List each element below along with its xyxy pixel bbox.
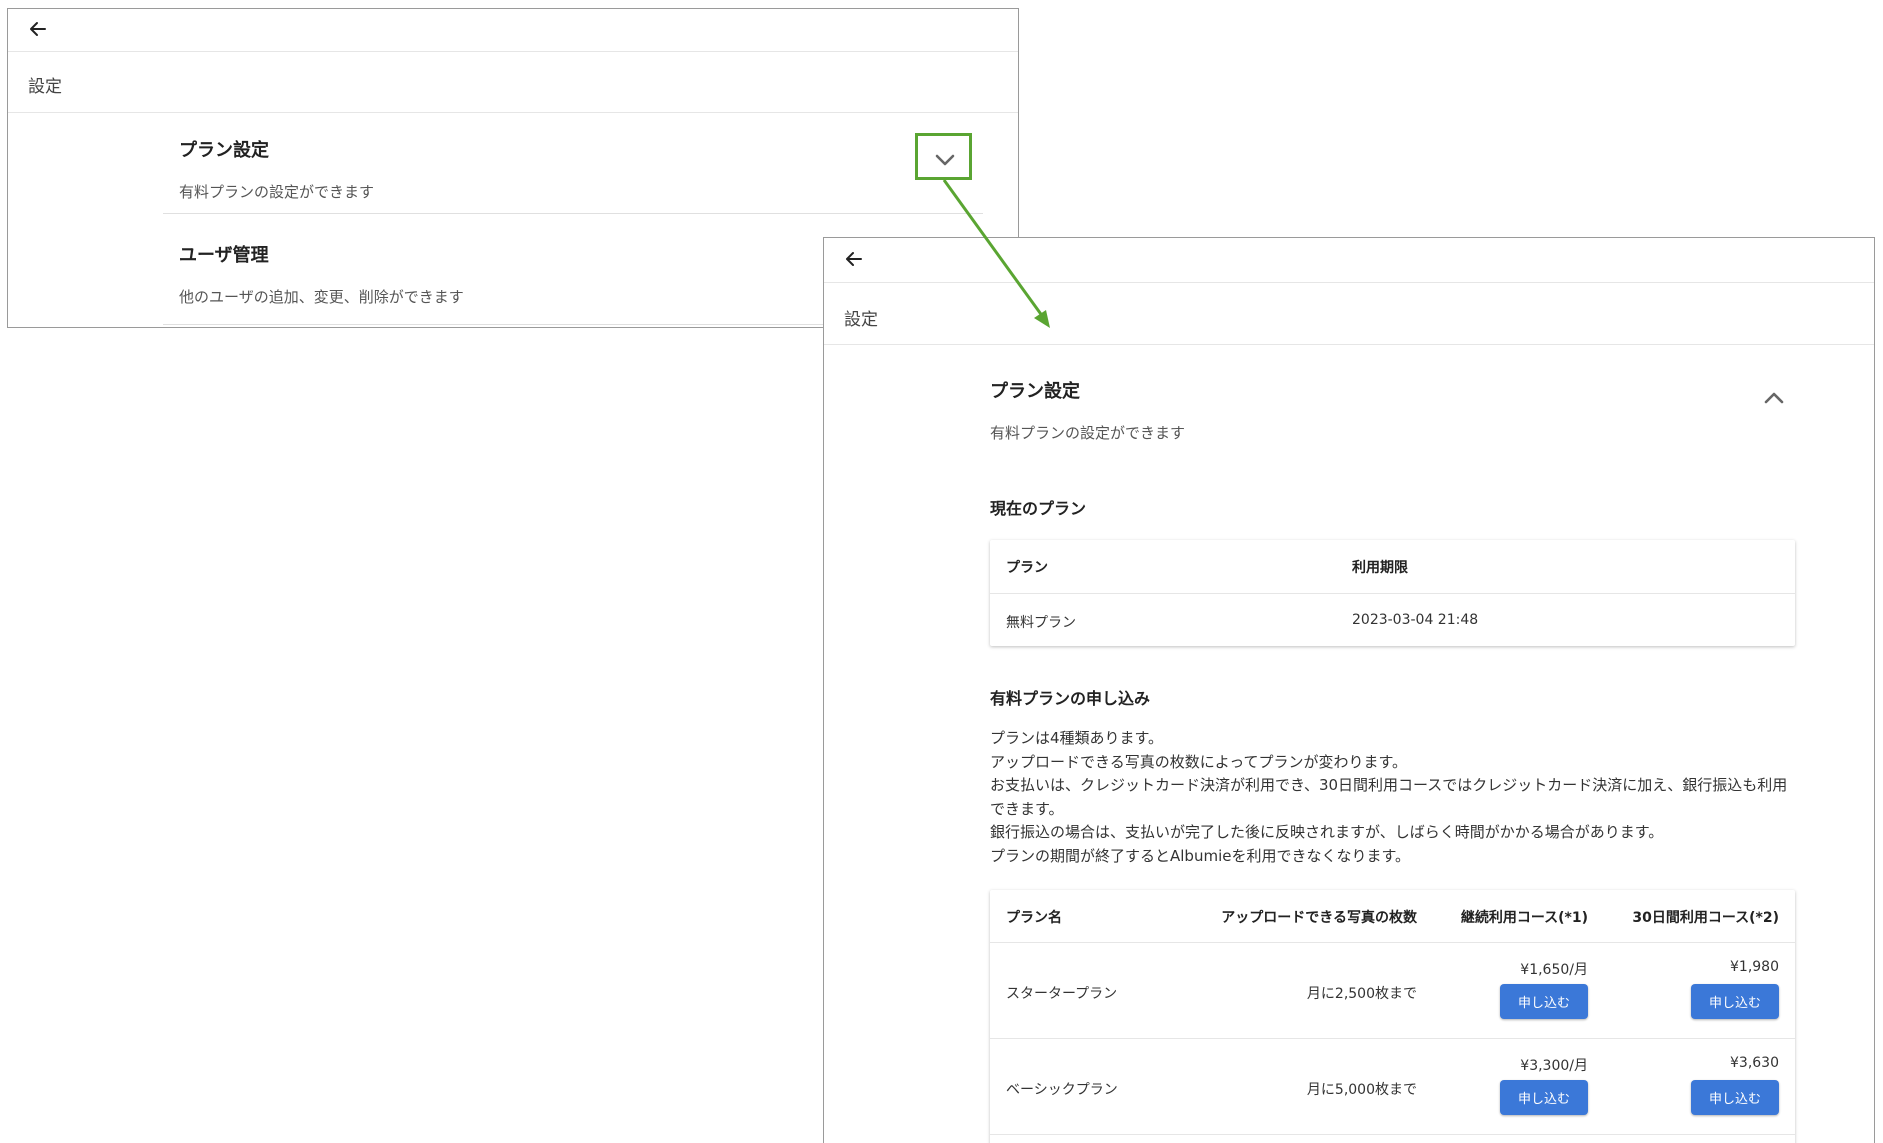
- description-line: お支払いは、クレジットカード決済が利用でき、30日間利用コースではクレジットカー…: [990, 776, 1788, 818]
- arrow-left-icon: [30, 22, 46, 36]
- arrow-left-icon: [846, 252, 862, 266]
- section-title: プラン設定: [990, 381, 1080, 402]
- description-line: アップロードできる写真の枚数によってプランが変わります。: [990, 752, 1408, 771]
- section-description: 他のユーザの追加、変更、削除ができます: [179, 288, 464, 306]
- chevron-highlight-box: [915, 133, 972, 180]
- plan-name: スタータープラン: [1006, 986, 1118, 1002]
- page-header: 設定: [824, 283, 1874, 345]
- row-divider: [990, 1038, 1795, 1039]
- thirty-day-price: ¥3,630: [1730, 1055, 1779, 1071]
- description-line: プランの期間が終了するとAlbumieを利用できなくなります。: [990, 846, 1410, 865]
- column-header: アップロードできる写真の枚数: [1221, 910, 1417, 926]
- page-header: 設定: [8, 52, 1018, 113]
- table-cell-expiry: 2023-03-04 21:48: [1352, 612, 1479, 628]
- photo-limit: 月に2,500枚まで: [1306, 986, 1417, 1002]
- description-line: プランは4種類あります。: [990, 729, 1164, 747]
- column-header: プラン名: [1006, 910, 1062, 926]
- row-divider: [990, 942, 1795, 943]
- page-title: 設定: [28, 77, 62, 97]
- paid-plans-heading: 有料プランの申し込み: [990, 689, 1151, 708]
- monthly-price: ¥3,300/月: [1520, 1058, 1588, 1074]
- settings-window-expanded: 設定 プラン設定 有料プランの設定ができます 現在のプラン プラン 利用期限 無…: [823, 237, 1875, 1143]
- paid-plans-table: プラン名 アップロードできる写真の枚数 継続利用コース(*1) 30日間利用コー…: [990, 890, 1795, 1143]
- section-title: ユーザ管理: [179, 245, 269, 266]
- back-button[interactable]: [844, 249, 864, 269]
- divider: [163, 213, 983, 214]
- section-description: 有料プランの設定ができます: [990, 424, 1186, 442]
- current-plan-heading: 現在のプラン: [990, 499, 1087, 518]
- page-title: 設定: [844, 310, 878, 330]
- top-bar: [8, 9, 1018, 52]
- back-button[interactable]: [28, 19, 48, 39]
- monthly-price: ¥1,650/月: [1520, 962, 1588, 978]
- table-cell-plan: 無料プラン: [1006, 615, 1076, 631]
- column-header: 30日間利用コース(*2): [1632, 910, 1779, 926]
- row-divider: [990, 593, 1795, 594]
- chevron-up-icon[interactable]: [1763, 391, 1785, 405]
- row-divider: [990, 1134, 1795, 1135]
- section-title: プラン設定: [179, 140, 269, 161]
- apply-30day-button[interactable]: 申し込む: [1691, 1080, 1779, 1115]
- photo-limit: 月に5,000枚まで: [1306, 1082, 1417, 1098]
- top-bar: [824, 238, 1874, 283]
- paid-plans-description: プランは4種類あります。 アップロードできる写真の枚数によってプランが変わります…: [990, 727, 1792, 868]
- apply-monthly-button[interactable]: 申し込む: [1500, 984, 1588, 1019]
- apply-30day-button[interactable]: 申し込む: [1691, 984, 1779, 1019]
- description-line: 銀行振込の場合は、支払いが完了した後に反映されますが、しばらく時間がかかる場合が…: [990, 823, 1664, 841]
- plan-name: ベーシックプラン: [1006, 1082, 1118, 1098]
- section-description: 有料プランの設定ができます: [179, 183, 375, 201]
- thirty-day-price: ¥1,980: [1730, 959, 1779, 975]
- column-header: プラン: [1006, 560, 1048, 576]
- column-header: 利用期限: [1352, 560, 1408, 576]
- apply-monthly-button[interactable]: 申し込む: [1500, 1080, 1588, 1115]
- current-plan-table: プラン 利用期限 無料プラン 2023-03-04 21:48: [990, 540, 1795, 646]
- column-header: 継続利用コース(*1): [1460, 910, 1588, 926]
